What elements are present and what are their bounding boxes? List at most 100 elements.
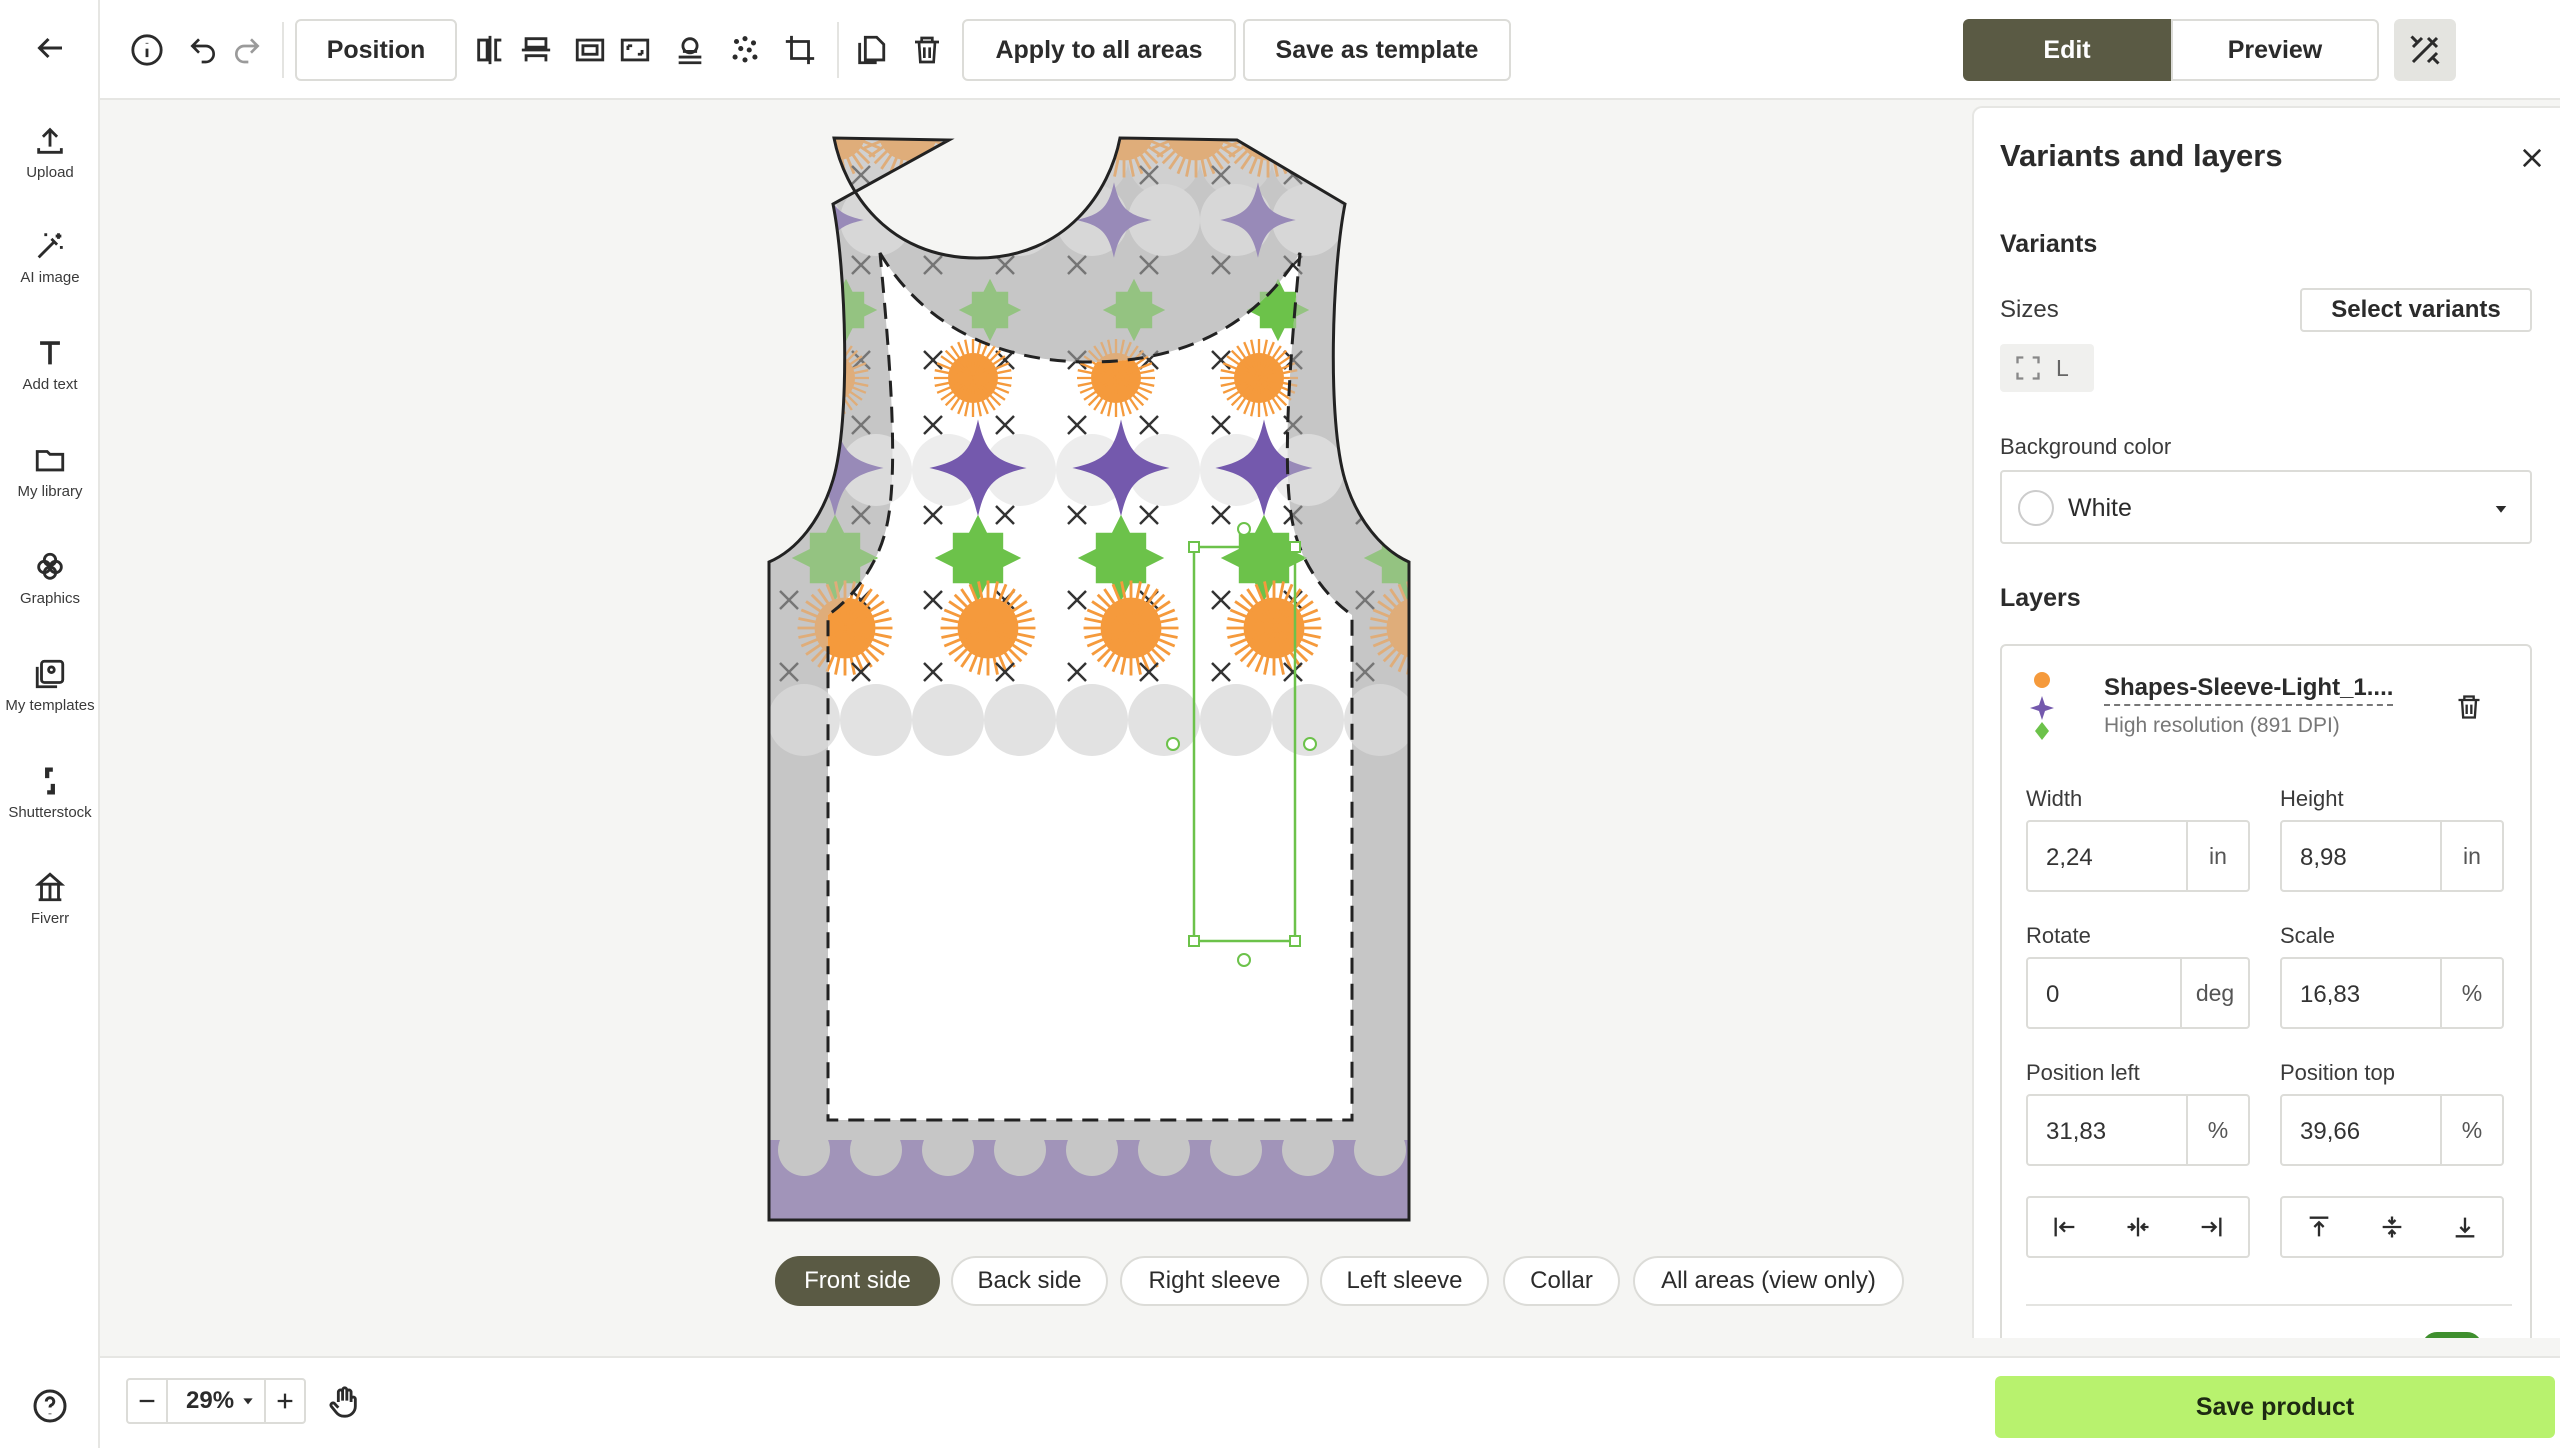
align-bottom-button[interactable] <box>2429 1198 2502 1256</box>
rail-item-my-templates[interactable]: My templates <box>0 657 100 715</box>
fit-width-icon <box>575 38 605 62</box>
sun-motif <box>1005 100 1100 178</box>
gem-motif <box>1390 278 1409 342</box>
delete-button[interactable] <box>907 30 947 70</box>
rail-item-shutterstock[interactable]: Shutterstock <box>0 764 100 822</box>
cross-motif <box>1428 351 1446 369</box>
delete-layer-button[interactable] <box>2452 690 2486 724</box>
close-panel-button[interactable] <box>2514 140 2550 176</box>
rail-item-my-library[interactable]: My library <box>0 443 100 501</box>
layer-card[interactable]: Shapes-Sleeve-Light_1.... High resolutio… <box>2000 644 2532 1338</box>
apply-to-all-areas-button[interactable]: Apply to all areas <box>962 19 1236 81</box>
star-motif <box>1644 419 1741 516</box>
star-motif <box>1508 182 1584 258</box>
cross-motif <box>1354 254 1376 276</box>
variants-heading: Variants <box>2000 230 2098 258</box>
redo-button[interactable] <box>227 30 267 70</box>
align-right-button[interactable] <box>2175 1198 2248 1256</box>
tab-right-sleeve[interactable]: Right sleeve <box>1120 1256 1309 1306</box>
info-button[interactable] <box>127 30 167 70</box>
arch-motif <box>634 1124 686 1176</box>
align-top-button[interactable] <box>2282 1198 2355 1256</box>
cross-motif <box>1572 166 1590 184</box>
layer-name[interactable]: Shapes-Sleeve-Light_1.... <box>2104 674 2394 706</box>
pattern-button[interactable] <box>670 30 710 70</box>
flip-horizontal-icon <box>477 35 502 65</box>
position-left-field[interactable]: 31,83 % <box>2026 1094 2250 1166</box>
sun-motif <box>1003 138 1101 179</box>
tab-all-areas[interactable]: All areas (view only) <box>1633 1256 1904 1306</box>
arch-motif <box>850 1124 902 1176</box>
zoom-out-button[interactable] <box>126 1378 168 1424</box>
sun-motif <box>1293 100 1388 178</box>
help-button[interactable] <box>0 1388 100 1430</box>
gem-motif <box>1650 515 1736 601</box>
tab-collar[interactable]: Collar <box>1503 1256 1620 1306</box>
zoom-select[interactable]: 29% <box>166 1378 266 1424</box>
position-top-field[interactable]: 39,66 % <box>2280 1094 2504 1166</box>
cross-motif <box>778 414 800 436</box>
save-as-template-button[interactable]: Save as template <box>1243 19 1511 81</box>
fill-area-button[interactable] <box>615 30 655 70</box>
cross-motif <box>1500 256 1518 274</box>
cross-motif <box>636 663 654 681</box>
flip-vertical-button[interactable] <box>516 30 556 70</box>
width-field[interactable]: 2,24 in <box>2026 820 2250 892</box>
fit-width-button[interactable] <box>570 30 610 70</box>
align-center-v-button[interactable] <box>2355 1198 2428 1256</box>
cross-motif <box>780 416 798 434</box>
edit-mode-button[interactable]: Edit <box>1963 19 2171 81</box>
undo-button[interactable] <box>183 30 223 70</box>
sun-motif <box>789 337 871 419</box>
cross-motif <box>708 256 726 274</box>
star-motif <box>1364 182 1440 258</box>
scatter-button[interactable] <box>725 30 765 70</box>
align-left-button[interactable] <box>2028 1198 2101 1256</box>
zoom-in-button[interactable] <box>264 1378 306 1424</box>
position-button[interactable]: Position <box>295 19 457 81</box>
rail-item-label: Upload <box>26 164 74 181</box>
size-chip[interactable]: L <box>2000 344 2094 392</box>
duplicate-button[interactable] <box>851 30 891 70</box>
design-canvas[interactable] <box>100 100 1972 1356</box>
height-field[interactable]: 8,98 in <box>2280 820 2504 892</box>
height-unit: in <box>2440 822 2502 890</box>
scale-field[interactable]: 16,83 % <box>2280 957 2504 1029</box>
cross-motif <box>1428 416 1446 434</box>
cross-motif <box>1354 349 1376 371</box>
rail-item-ai-image[interactable]: AI image <box>0 229 100 287</box>
rail-item-add-text[interactable]: Add text <box>0 336 100 394</box>
save-product-button[interactable]: Save product <box>1995 1376 2555 1438</box>
layer-toggle[interactable] <box>2422 1332 2482 1338</box>
rotate-field[interactable]: 0 deg <box>2026 957 2250 1029</box>
pan-tool-button[interactable] <box>322 1380 366 1424</box>
arch-motif <box>1488 434 1560 506</box>
cross-motif <box>1428 506 1446 524</box>
plus-icon <box>277 1393 293 1409</box>
design-tools-button[interactable] <box>2394 19 2456 81</box>
select-variants-button[interactable]: Select variants <box>2300 288 2532 332</box>
cross-motif <box>708 506 726 524</box>
bg-color-select[interactable]: White <box>2000 470 2532 544</box>
arch-motif <box>1200 684 1272 756</box>
arch-motif <box>1416 124 1488 196</box>
cross-motif <box>708 591 726 609</box>
tab-front-side[interactable]: Front side <box>775 1256 940 1306</box>
rail-item-fiverr[interactable]: Fiverr <box>0 870 100 928</box>
sun-motif <box>1363 339 1441 417</box>
align-center-h-button[interactable] <box>2101 1198 2174 1256</box>
rail-item-upload[interactable]: Upload <box>0 124 100 182</box>
arch-motif <box>696 184 768 256</box>
cross-motif <box>636 416 654 434</box>
sun-motif <box>1656 581 1751 676</box>
preview-mode-button[interactable]: Preview <box>2171 19 2379 81</box>
flip-horizontal-button[interactable] <box>470 30 510 70</box>
crop-button[interactable] <box>780 30 820 70</box>
rail-item-graphics[interactable]: Graphics <box>0 550 100 608</box>
tab-left-sleeve[interactable]: Left sleeve <box>1320 1256 1489 1306</box>
back-button[interactable] <box>0 30 100 72</box>
gem-motif <box>1507 515 1593 601</box>
sun-motif <box>1361 337 1409 419</box>
arch-motif <box>624 684 696 756</box>
tab-back-side[interactable]: Back side <box>951 1256 1108 1306</box>
